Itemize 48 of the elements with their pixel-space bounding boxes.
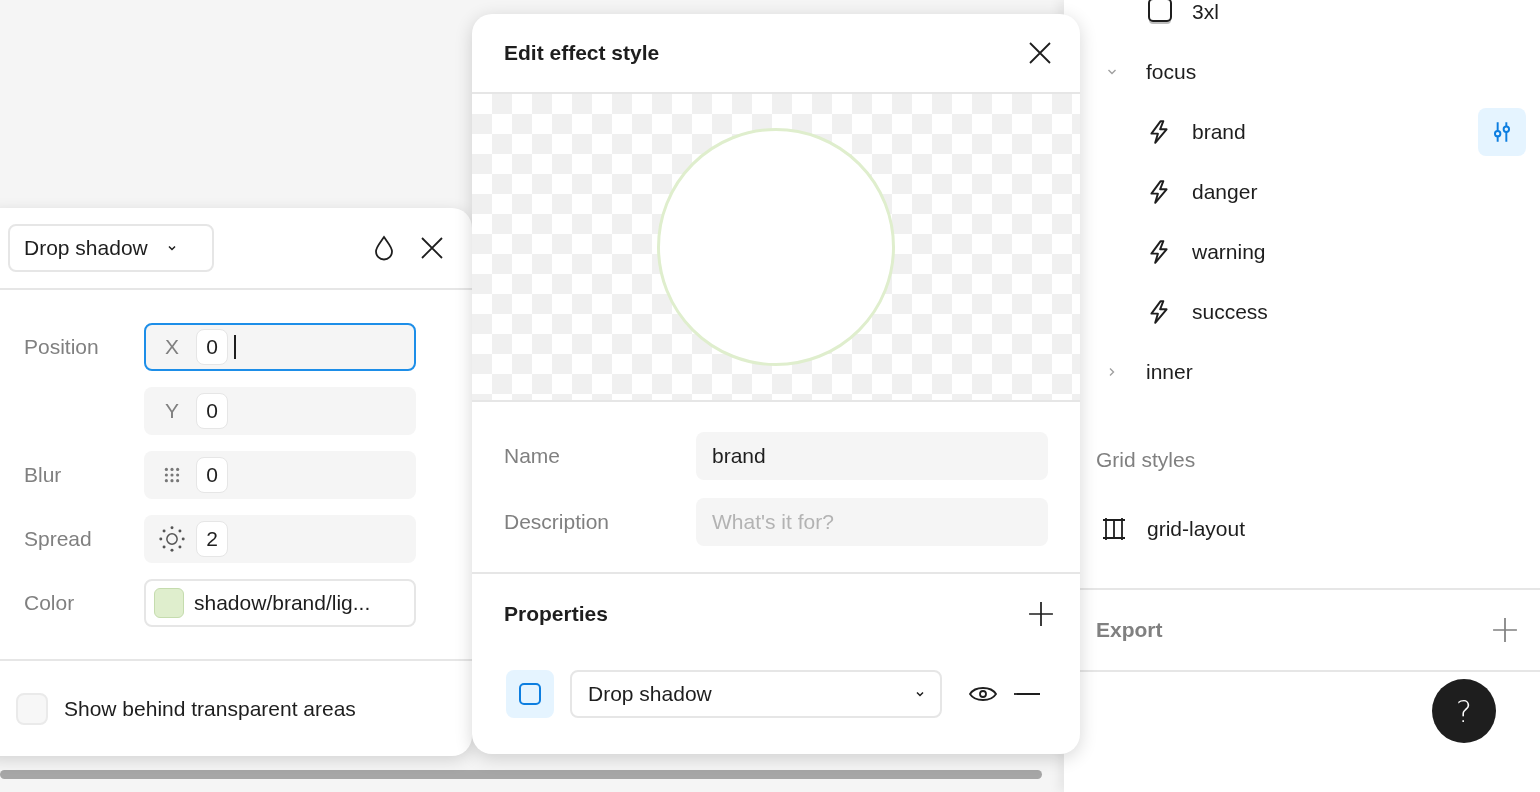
field-label: Color <box>23 591 76 615</box>
number-value[interactable]: 0 <box>196 329 228 365</box>
edit-style-button[interactable] <box>1478 108 1526 156</box>
number-value[interactable]: 0 <box>196 457 228 493</box>
section-heading: Properties <box>504 602 608 626</box>
number-value[interactable]: 0 <box>196 393 228 429</box>
eye-icon[interactable] <box>968 684 998 704</box>
style-item[interactable]: success <box>1192 300 1268 324</box>
checkbox-label[interactable]: Show behind transparent areas <box>64 696 356 721</box>
field-label: Name <box>504 444 562 468</box>
effect-icon-button[interactable] <box>506 670 554 718</box>
drop-icon[interactable] <box>372 234 396 262</box>
spread-icon <box>158 524 186 554</box>
effect-type-dropdown[interactable]: Drop shadow <box>8 224 214 272</box>
grid-columns-icon <box>1101 516 1127 542</box>
style-item[interactable]: warning <box>1192 240 1266 264</box>
number-field[interactable]: 2 <box>144 515 416 563</box>
name-field[interactable]: brand <box>696 432 1048 480</box>
number-field[interactable]: Y 0 <box>144 387 416 435</box>
style-item[interactable]: danger <box>1192 180 1258 204</box>
section-heading: Export <box>1096 618 1163 642</box>
grid-style-item[interactable]: grid-layout <box>1147 517 1246 541</box>
close-icon[interactable] <box>1028 41 1052 65</box>
field-label: Blur <box>23 463 63 487</box>
axis-label: Y <box>164 399 180 423</box>
field-label: Spread <box>23 527 93 551</box>
number-field[interactable]: X 0 <box>144 323 416 371</box>
close-icon[interactable] <box>420 236 444 260</box>
color-swatch[interactable] <box>154 588 184 618</box>
style-group-label[interactable]: focus <box>1146 60 1197 84</box>
dialog-title: Edit effect style <box>504 41 660 65</box>
text-cursor <box>234 335 236 359</box>
effect-type-dropdown[interactable]: Drop shadow <box>570 670 942 718</box>
field-label: Position <box>23 335 100 359</box>
plus-icon[interactable] <box>1028 601 1054 627</box>
field-label: Description <box>504 510 611 534</box>
description-field[interactable]: What's it for? <box>696 498 1048 546</box>
help-button[interactable]: ? <box>1432 679 1496 743</box>
axis-label: X <box>164 335 180 359</box>
color-field[interactable]: shadow/brand/lig... <box>144 579 416 627</box>
section-heading: Grid styles <box>1095 447 1197 473</box>
style-item[interactable]: brand <box>1192 120 1246 144</box>
style-item[interactable]: 3xl <box>1192 0 1219 24</box>
number-field[interactable]: 0 <box>144 451 416 499</box>
number-value[interactable]: 2 <box>196 521 228 557</box>
minus-icon[interactable] <box>1014 692 1040 696</box>
scrollbar[interactable] <box>0 770 1042 779</box>
style-group-label[interactable]: inner <box>1146 360 1193 384</box>
